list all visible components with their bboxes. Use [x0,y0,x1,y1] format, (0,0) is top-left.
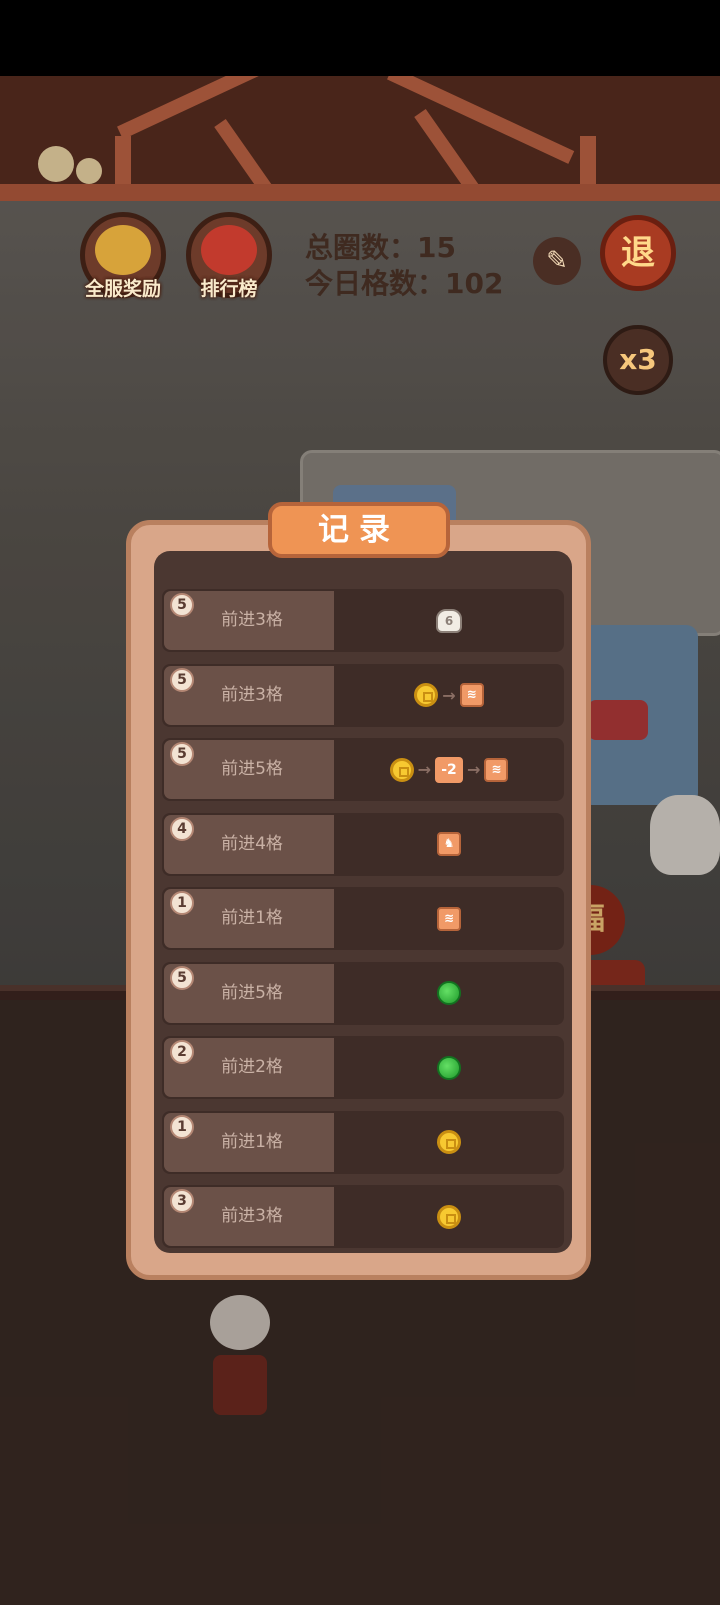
effect-cell: → -2 → ≋ [334,738,564,801]
multiplier-button[interactable]: x3 [603,325,673,395]
step-label: 前进4格 [221,833,283,854]
treasure-pot-icon [95,225,151,275]
record-row: 5 前进3格 6 [162,589,564,652]
record-row: 5 前进5格 [162,961,564,1025]
green-orb-icon [437,1055,461,1080]
ranking-button[interactable]: 排行榜 [186,212,272,300]
record-list: 5 前进3格 6 5 前进3格 → ≋ 5 前进5格 → -2 → ≋ 4 前进4格 ♞ 1 前进1格 ≋ 5 前进5格… [162,589,564,1253]
effect-cell [334,1036,564,1099]
today-steps: 今日格数：102 [305,267,504,300]
step-label: 前进3格 [221,684,283,705]
trophy-icon [201,225,257,275]
ranking-label: 排行榜 [200,278,258,300]
record-panel: 5 前进3格 6 5 前进3格 → ≋ 5 前进5格 → -2 → ≋ 4 前进4格 ♞ 1 前进1格 ≋ 5 前进5格… [126,520,591,1280]
arrow-icon: → [417,760,431,779]
record-row: 4 前进4格 ♞ [162,812,564,876]
coin-icon [437,1130,461,1154]
arrow-icon: → [442,685,456,705]
effect-cell: ♞ [334,813,564,876]
step-label: 前进1格 [221,1131,283,1152]
step-label: 前进1格 [221,908,283,928]
server-reward-label: 全服奖励 [84,278,161,300]
effect-cell [334,1185,564,1248]
server-reward-button[interactable]: 全服奖励 [80,212,166,300]
coin-icon [414,683,439,707]
step-label: 前进5格 [221,982,283,1003]
arrow-icon: → [467,760,481,779]
minus-tile-icon: -2 [435,756,463,783]
coin-icon [389,757,414,782]
wave-tile-icon: ≋ [437,906,461,931]
record-row: 5 前进3格 → ≋ [162,663,564,727]
effect-cell: ≋ [334,887,564,950]
record-row: 5 前进5格 → -2 → ≋ [162,738,564,801]
effect-cell: 6 [334,589,564,652]
status-bar [0,0,720,76]
step-label: 前进2格 [221,1057,283,1077]
step-label: 前进5格 [221,759,283,779]
coin-icon [437,1204,461,1229]
pencil-icon[interactable]: ✎ [533,237,581,285]
wave-tile-icon: ≋ [484,757,509,782]
record-row: 1 前进1格 ≋ [162,887,564,950]
horse-tile-icon: ♞ [437,832,461,856]
record-row: 1 前进1格 [162,1110,564,1174]
record-title: 记录 [268,502,450,558]
step-label: 前进3格 [221,1206,283,1226]
bag-icon: 6 [436,608,462,633]
effect-cell: → ≋ [334,664,564,727]
green-orb-icon [437,981,461,1005]
total-rounds: 总圈数：15 [305,231,456,264]
record-list-container[interactable]: 5 前进3格 6 5 前进3格 → ≋ 5 前进5格 → -2 → ≋ 4 前进4格 ♞ 1 前进1格 ≋ 5 前进5格… [154,551,572,1253]
effect-cell [334,1111,564,1174]
record-row: 3 前进3格 [162,1185,564,1248]
record-row: 2 前进2格 [162,1036,564,1099]
effect-cell [334,962,564,1025]
game-screen: 福 全服奖励 排行榜 总圈数：15 今日格数：102 ✎ 退 x3 5前进3格6… [0,0,720,1605]
step-label: 前进3格 [221,610,283,630]
exit-button[interactable]: 退 [600,215,676,291]
wave-tile-icon: ≋ [459,683,484,707]
